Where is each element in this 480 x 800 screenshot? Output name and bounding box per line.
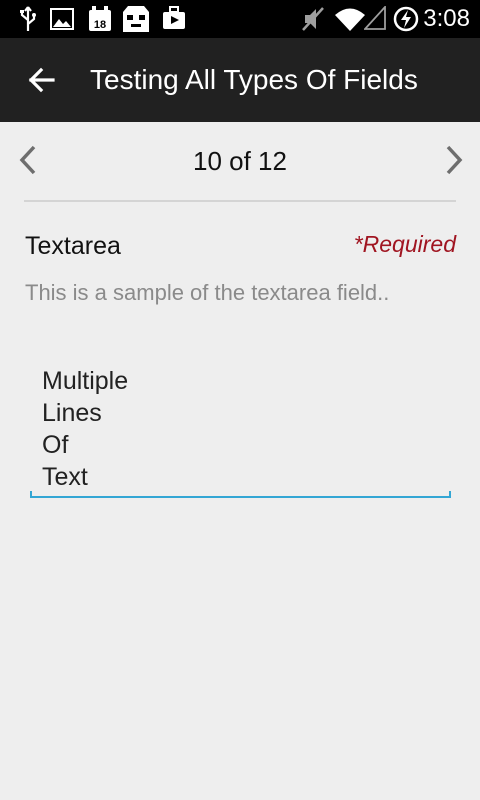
action-bar: Testing All Types Of Fields [0,38,480,122]
textarea-underline-left-tick [30,491,32,498]
textarea-line: Lines [42,399,102,427]
gallery-icon [50,8,74,30]
arrow-back-icon [28,67,55,93]
usb-icon [20,6,36,31]
textarea-line: Text [42,463,88,491]
field-label: Textarea [25,232,121,260]
pager-count: 10 of 12 [193,146,287,176]
signal-icon [364,6,386,30]
textarea-line: Multiple [42,367,129,395]
briefcase-icon [163,6,185,29]
status-bar: 18 3:08 [0,0,480,38]
textarea-underline-right-tick [449,491,451,498]
clock: 3:08 [423,5,470,32]
back-button[interactable] [18,56,66,104]
battery-charging-icon [393,6,419,32]
wifi-icon [335,8,365,31]
required-indicator: *Required [353,231,456,257]
mute-icon [302,7,324,31]
field-help-text: This is a sample of the textarea field.. [25,280,390,305]
calendar-icon: 18 [89,6,111,31]
textarea-line: Of [42,431,69,459]
android-icon [123,6,149,32]
svg-text:18: 18 [94,19,106,31]
textarea-underline [30,496,451,498]
divider [24,200,456,202]
chevron-right-icon [446,145,463,175]
next-field-button[interactable] [432,136,472,184]
page-title: Testing All Types Of Fields [90,64,418,95]
